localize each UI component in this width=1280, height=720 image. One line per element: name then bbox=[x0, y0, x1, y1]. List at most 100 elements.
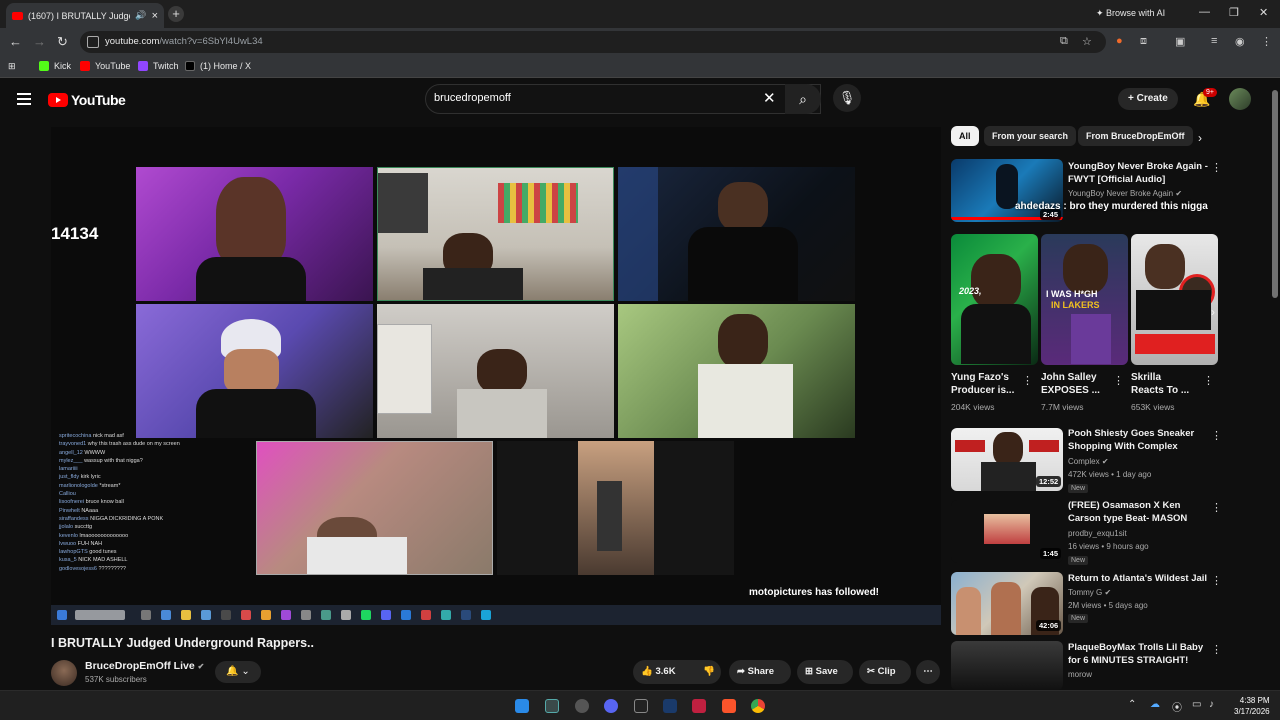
minimize-icon[interactable]: — bbox=[1199, 6, 1210, 18]
chat-line: lisoofnerei bruce know ball bbox=[59, 498, 259, 506]
rec-menu-icon[interactable]: ⋮ bbox=[1211, 501, 1222, 514]
chip-all[interactable]: All bbox=[951, 126, 979, 146]
taskbar-app-icon[interactable] bbox=[634, 699, 648, 713]
restore-icon[interactable]: ❐ bbox=[1229, 6, 1239, 19]
discord-icon[interactable] bbox=[604, 699, 618, 713]
short-menu-icon[interactable]: ⋮ bbox=[1203, 374, 1214, 387]
search-button[interactable]: ⌕ bbox=[785, 84, 821, 114]
extensions-icon[interactable]: ⧈ bbox=[1140, 35, 1147, 48]
taskbar-clock[interactable]: 4:38 PM 3/17/2026 bbox=[1234, 695, 1270, 717]
rec-channel[interactable]: prodby_exqu1sit bbox=[1068, 528, 1127, 540]
search-query[interactable]: brucedropemoff bbox=[434, 92, 511, 104]
youtube-logo[interactable]: YouTube bbox=[48, 92, 126, 108]
channel-name[interactable]: BruceDropEmOff Live ✔ bbox=[85, 660, 204, 672]
short-views-3: 653K views bbox=[1131, 402, 1175, 412]
account-avatar[interactable] bbox=[1229, 88, 1251, 110]
menu-kebab-icon[interactable]: ⋮ bbox=[1261, 35, 1272, 48]
browse-with-ai-button[interactable]: ✦ Browse with AI bbox=[1096, 8, 1165, 19]
bookmark-star-icon[interactable]: ☆ bbox=[1082, 35, 1092, 48]
share-button[interactable]: ➦ Share bbox=[729, 660, 791, 684]
browser-tab[interactable]: (1607) I BRUTALLY Judged U 🔊 × bbox=[6, 3, 164, 28]
tray-app-icon[interactable]: ☁ bbox=[1150, 699, 1160, 710]
verified-icon: ✔ bbox=[1104, 588, 1112, 597]
rec-title[interactable]: (FREE) Osamason X Ken Carson type Beat- … bbox=[1068, 499, 1208, 525]
dislike-button[interactable]: 👎 bbox=[703, 660, 715, 684]
reload-icon[interactable]: ↻ bbox=[57, 34, 68, 50]
tray-chevron-icon[interactable]: ⌃ bbox=[1128, 699, 1136, 710]
rec-menu-icon[interactable]: ⋮ bbox=[1211, 643, 1222, 656]
rec-title[interactable]: PlaqueBoyMax Trolls Lil Baby for 6 MINUT… bbox=[1068, 641, 1208, 667]
short-thumbnail-3[interactable] bbox=[1131, 234, 1218, 365]
window-close-icon[interactable]: ✕ bbox=[1259, 6, 1268, 19]
rec-menu-icon[interactable]: ⋮ bbox=[1211, 429, 1222, 442]
like-button[interactable]: 👍 3.6K bbox=[641, 666, 676, 677]
bookmark-kick[interactable]: Kick bbox=[39, 61, 71, 71]
chat-message: ????????? bbox=[98, 565, 126, 572]
steam-icon[interactable] bbox=[663, 699, 677, 713]
short-title-2[interactable]: John Salley EXPOSES ... bbox=[1041, 371, 1105, 397]
bookmark-x[interactable]: (1) Home / X bbox=[185, 61, 251, 71]
clip-button[interactable]: ✂ Clip bbox=[859, 660, 911, 684]
address-bar[interactable]: youtube.com/watch?v=6SbYl4UwL34 ⧉ ☆ bbox=[80, 31, 1106, 53]
chip-from-channel[interactable]: From BruceDropEmOff bbox=[1078, 126, 1193, 146]
voice-search-icon[interactable]: 🎙 bbox=[833, 84, 861, 112]
url-text[interactable]: youtube.com/watch?v=6SbYl4UwL34 bbox=[105, 36, 263, 47]
tray-network-icon[interactable]: ▭ bbox=[1192, 699, 1201, 710]
extension-brave-icon[interactable]: ● bbox=[1116, 35, 1123, 47]
channel-avatar[interactable] bbox=[51, 660, 77, 686]
tab-close-icon[interactable]: × bbox=[152, 10, 158, 22]
stream-cell-5 bbox=[377, 304, 614, 438]
subscribed-bell-button[interactable]: 🔔 ⌄ bbox=[215, 661, 261, 683]
short-thumbnail-2[interactable]: I WAS H*GH IN LAKERS bbox=[1041, 234, 1128, 365]
chat-message: kirk lyric bbox=[80, 474, 101, 481]
hamburger-menu-icon[interactable] bbox=[17, 93, 31, 105]
apps-grid-icon[interactable]: ⊞ bbox=[8, 61, 16, 72]
save-button[interactable]: ⊞ Save bbox=[797, 660, 853, 684]
rec-channel[interactable]: Complex ✔ bbox=[1068, 456, 1109, 468]
back-icon[interactable]: ← bbox=[9, 34, 22, 49]
short-menu-icon[interactable]: ⋮ bbox=[1022, 374, 1033, 387]
chip-from-your-search[interactable]: From your search bbox=[984, 126, 1077, 146]
short-menu-icon[interactable]: ⋮ bbox=[1113, 374, 1124, 387]
clear-search-icon[interactable]: ✕ bbox=[763, 89, 776, 107]
taskbar-app-icon[interactable] bbox=[575, 699, 589, 713]
rec-menu-icon[interactable]: ⋮ bbox=[1211, 161, 1222, 174]
rec-channel[interactable]: Tommy G ✔ bbox=[1068, 587, 1111, 599]
media-controls-icon[interactable]: ≡ bbox=[1211, 35, 1217, 47]
profile-icon[interactable]: ◉ bbox=[1235, 35, 1245, 48]
short-thumbnail-1[interactable]: 2023, bbox=[951, 234, 1038, 365]
rec-title[interactable]: YoungBoy Never Broke Again - FWYT [Offic… bbox=[1068, 160, 1208, 186]
short-title-3[interactable]: Skrilla Reacts To ... bbox=[1131, 371, 1195, 397]
tab-title: (1607) I BRUTALLY Judged U bbox=[28, 10, 130, 21]
new-tab-button[interactable]: + bbox=[168, 6, 184, 22]
cast-icon[interactable]: ⧉ bbox=[1060, 35, 1068, 48]
site-info-icon[interactable] bbox=[87, 36, 99, 48]
rec-channel[interactable]: YoungBoy Never Broke Again ✔ bbox=[1068, 188, 1182, 200]
windows-start-icon[interactable] bbox=[515, 699, 529, 713]
chips-next-icon[interactable]: › bbox=[1198, 131, 1202, 145]
rec-menu-icon[interactable]: ⋮ bbox=[1211, 574, 1222, 587]
chrome-icon[interactable] bbox=[751, 699, 765, 713]
chat-message: NICK MAD ASHELL bbox=[78, 557, 128, 564]
forward-icon[interactable]: → bbox=[33, 34, 46, 49]
rec-title[interactable]: Pooh Shiesty Goes Sneaker Shopping With … bbox=[1068, 427, 1208, 453]
rec-channel[interactable]: morow bbox=[1068, 669, 1092, 681]
speaker-icon[interactable]: 🔊 bbox=[135, 10, 146, 21]
create-button[interactable]: + Create bbox=[1118, 88, 1178, 110]
bookmark-twitch[interactable]: Twitch bbox=[138, 61, 179, 71]
bookmark-youtube[interactable]: YouTube bbox=[80, 61, 130, 71]
video-player[interactable]: 14134 spritecochina nick mad asf trayvon… bbox=[51, 127, 941, 625]
taskbar-app-icon[interactable] bbox=[692, 699, 706, 713]
brave-icon[interactable] bbox=[722, 699, 736, 713]
more-actions-button[interactable]: ⋯ bbox=[916, 660, 940, 684]
tray-mic-icon[interactable]: ⦿ bbox=[1172, 699, 1182, 714]
taskbar-app-icon[interactable] bbox=[545, 699, 559, 713]
tray-volume-icon[interactable]: ♪ bbox=[1209, 699, 1214, 710]
sidepanel-icon[interactable]: ▣ bbox=[1175, 35, 1185, 48]
shorts-next-icon[interactable]: › bbox=[1211, 305, 1215, 319]
page-scrollbar[interactable] bbox=[1272, 90, 1278, 298]
rec-title[interactable]: Return to Atlanta's Wildest Jail bbox=[1068, 572, 1208, 585]
short-title-1[interactable]: Yung Fazo's Producer is... bbox=[951, 371, 1015, 397]
video-title: I BRUTALLY Judged Underground Rappers.. bbox=[51, 636, 314, 650]
rec-thumbnail[interactable] bbox=[951, 641, 1063, 690]
